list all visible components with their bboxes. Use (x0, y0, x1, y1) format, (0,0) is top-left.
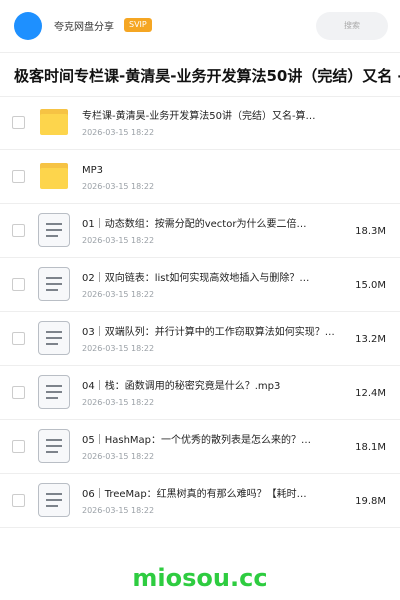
item-size: 18.3M (355, 226, 386, 237)
list-item[interactable]: 04｜栈：函数调用的秘密究竟是什么？.mp3 2026-03-15 18:22 … (0, 366, 400, 420)
list-item[interactable]: 05｜HashMap：一个优秀的散列表是怎么来的？… 2026-03-15 18… (0, 420, 400, 474)
item-name: 02｜双向链表：list如何实现高效地插入与删除？… (82, 273, 310, 284)
file-list: 专栏课-黄清昊-业务开发算法50讲（完结）又名-算… 2026-03-15 18… (0, 96, 400, 528)
svip-badge: SVIP (124, 18, 152, 32)
item-name: MP3 (82, 165, 104, 176)
item-name: 05｜HashMap：一个优秀的散列表是怎么来的？… (82, 435, 312, 446)
item-date: 2026-03-15 18:22 (82, 452, 155, 461)
header-divider (0, 52, 400, 53)
item-size: 13.2M (355, 334, 386, 345)
folder-icon (40, 109, 68, 135)
select-checkbox[interactable] (12, 440, 25, 453)
item-name: 01｜动态数组：按需分配的vector为什么要二倍… (82, 219, 307, 230)
item-name: 04｜栈：函数调用的秘密究竟是什么？.mp3 (82, 381, 281, 392)
document-icon (38, 267, 70, 301)
select-checkbox[interactable] (12, 278, 25, 291)
item-size: 18.1M (355, 442, 386, 453)
item-name: 06｜TreeMap：红黑树真的有那么难吗？【耗时… (82, 489, 307, 500)
select-checkbox[interactable] (12, 386, 25, 399)
list-item[interactable]: 06｜TreeMap：红黑树真的有那么难吗？【耗时… 2026-03-15 18… (0, 474, 400, 528)
item-date: 2026-03-15 18:22 (82, 182, 155, 191)
item-name: 专栏课-黄清昊-业务开发算法50讲（完结）又名-算… (82, 111, 316, 122)
document-icon (38, 213, 70, 247)
list-item[interactable]: MP3 2026-03-15 18:22 (0, 150, 400, 204)
avatar[interactable] (14, 12, 42, 40)
select-checkbox[interactable] (12, 116, 25, 129)
item-size: 19.8M (355, 496, 386, 507)
list-item[interactable]: 03｜双端队列：并行计算中的工作窃取算法如何实现？… 2026-03-15 18… (0, 312, 400, 366)
item-date: 2026-03-15 18:22 (82, 236, 155, 245)
list-item[interactable]: 专栏课-黄清昊-业务开发算法50讲（完结）又名-算… 2026-03-15 18… (0, 96, 400, 150)
item-date: 2026-03-15 18:22 (82, 344, 155, 353)
document-icon (38, 321, 70, 355)
select-checkbox[interactable] (12, 332, 25, 345)
item-date: 2026-03-15 18:22 (82, 290, 155, 299)
list-item[interactable]: 02｜双向链表：list如何实现高效地插入与删除？… 2026-03-15 18… (0, 258, 400, 312)
document-icon (38, 483, 70, 517)
top-bar: 夸克网盘分享 SVIP 搜索 (0, 0, 400, 50)
watermark: miosou.cc (132, 564, 268, 592)
item-date: 2026-03-15 18:22 (82, 128, 155, 137)
select-checkbox[interactable] (12, 170, 25, 183)
item-name: 03｜双端队列：并行计算中的工作窃取算法如何实现？… (82, 327, 335, 338)
brand-label: 夸克网盘分享 (54, 22, 114, 33)
document-icon (38, 429, 70, 463)
select-checkbox[interactable] (12, 494, 25, 507)
item-date: 2026-03-15 18:22 (82, 398, 155, 407)
list-item[interactable]: 01｜动态数组：按需分配的vector为什么要二倍… 2026-03-15 18… (0, 204, 400, 258)
search-input[interactable]: 搜索 (316, 12, 388, 40)
select-checkbox[interactable] (12, 224, 25, 237)
item-size: 15.0M (355, 280, 386, 291)
item-size: 12.4M (355, 388, 386, 399)
page-title: 极客时间专栏课-黄清昊-业务开发算法50讲（完结）又名 -算 (14, 67, 400, 85)
folder-icon (40, 163, 68, 189)
item-date: 2026-03-15 18:22 (82, 506, 155, 515)
document-icon (38, 375, 70, 409)
